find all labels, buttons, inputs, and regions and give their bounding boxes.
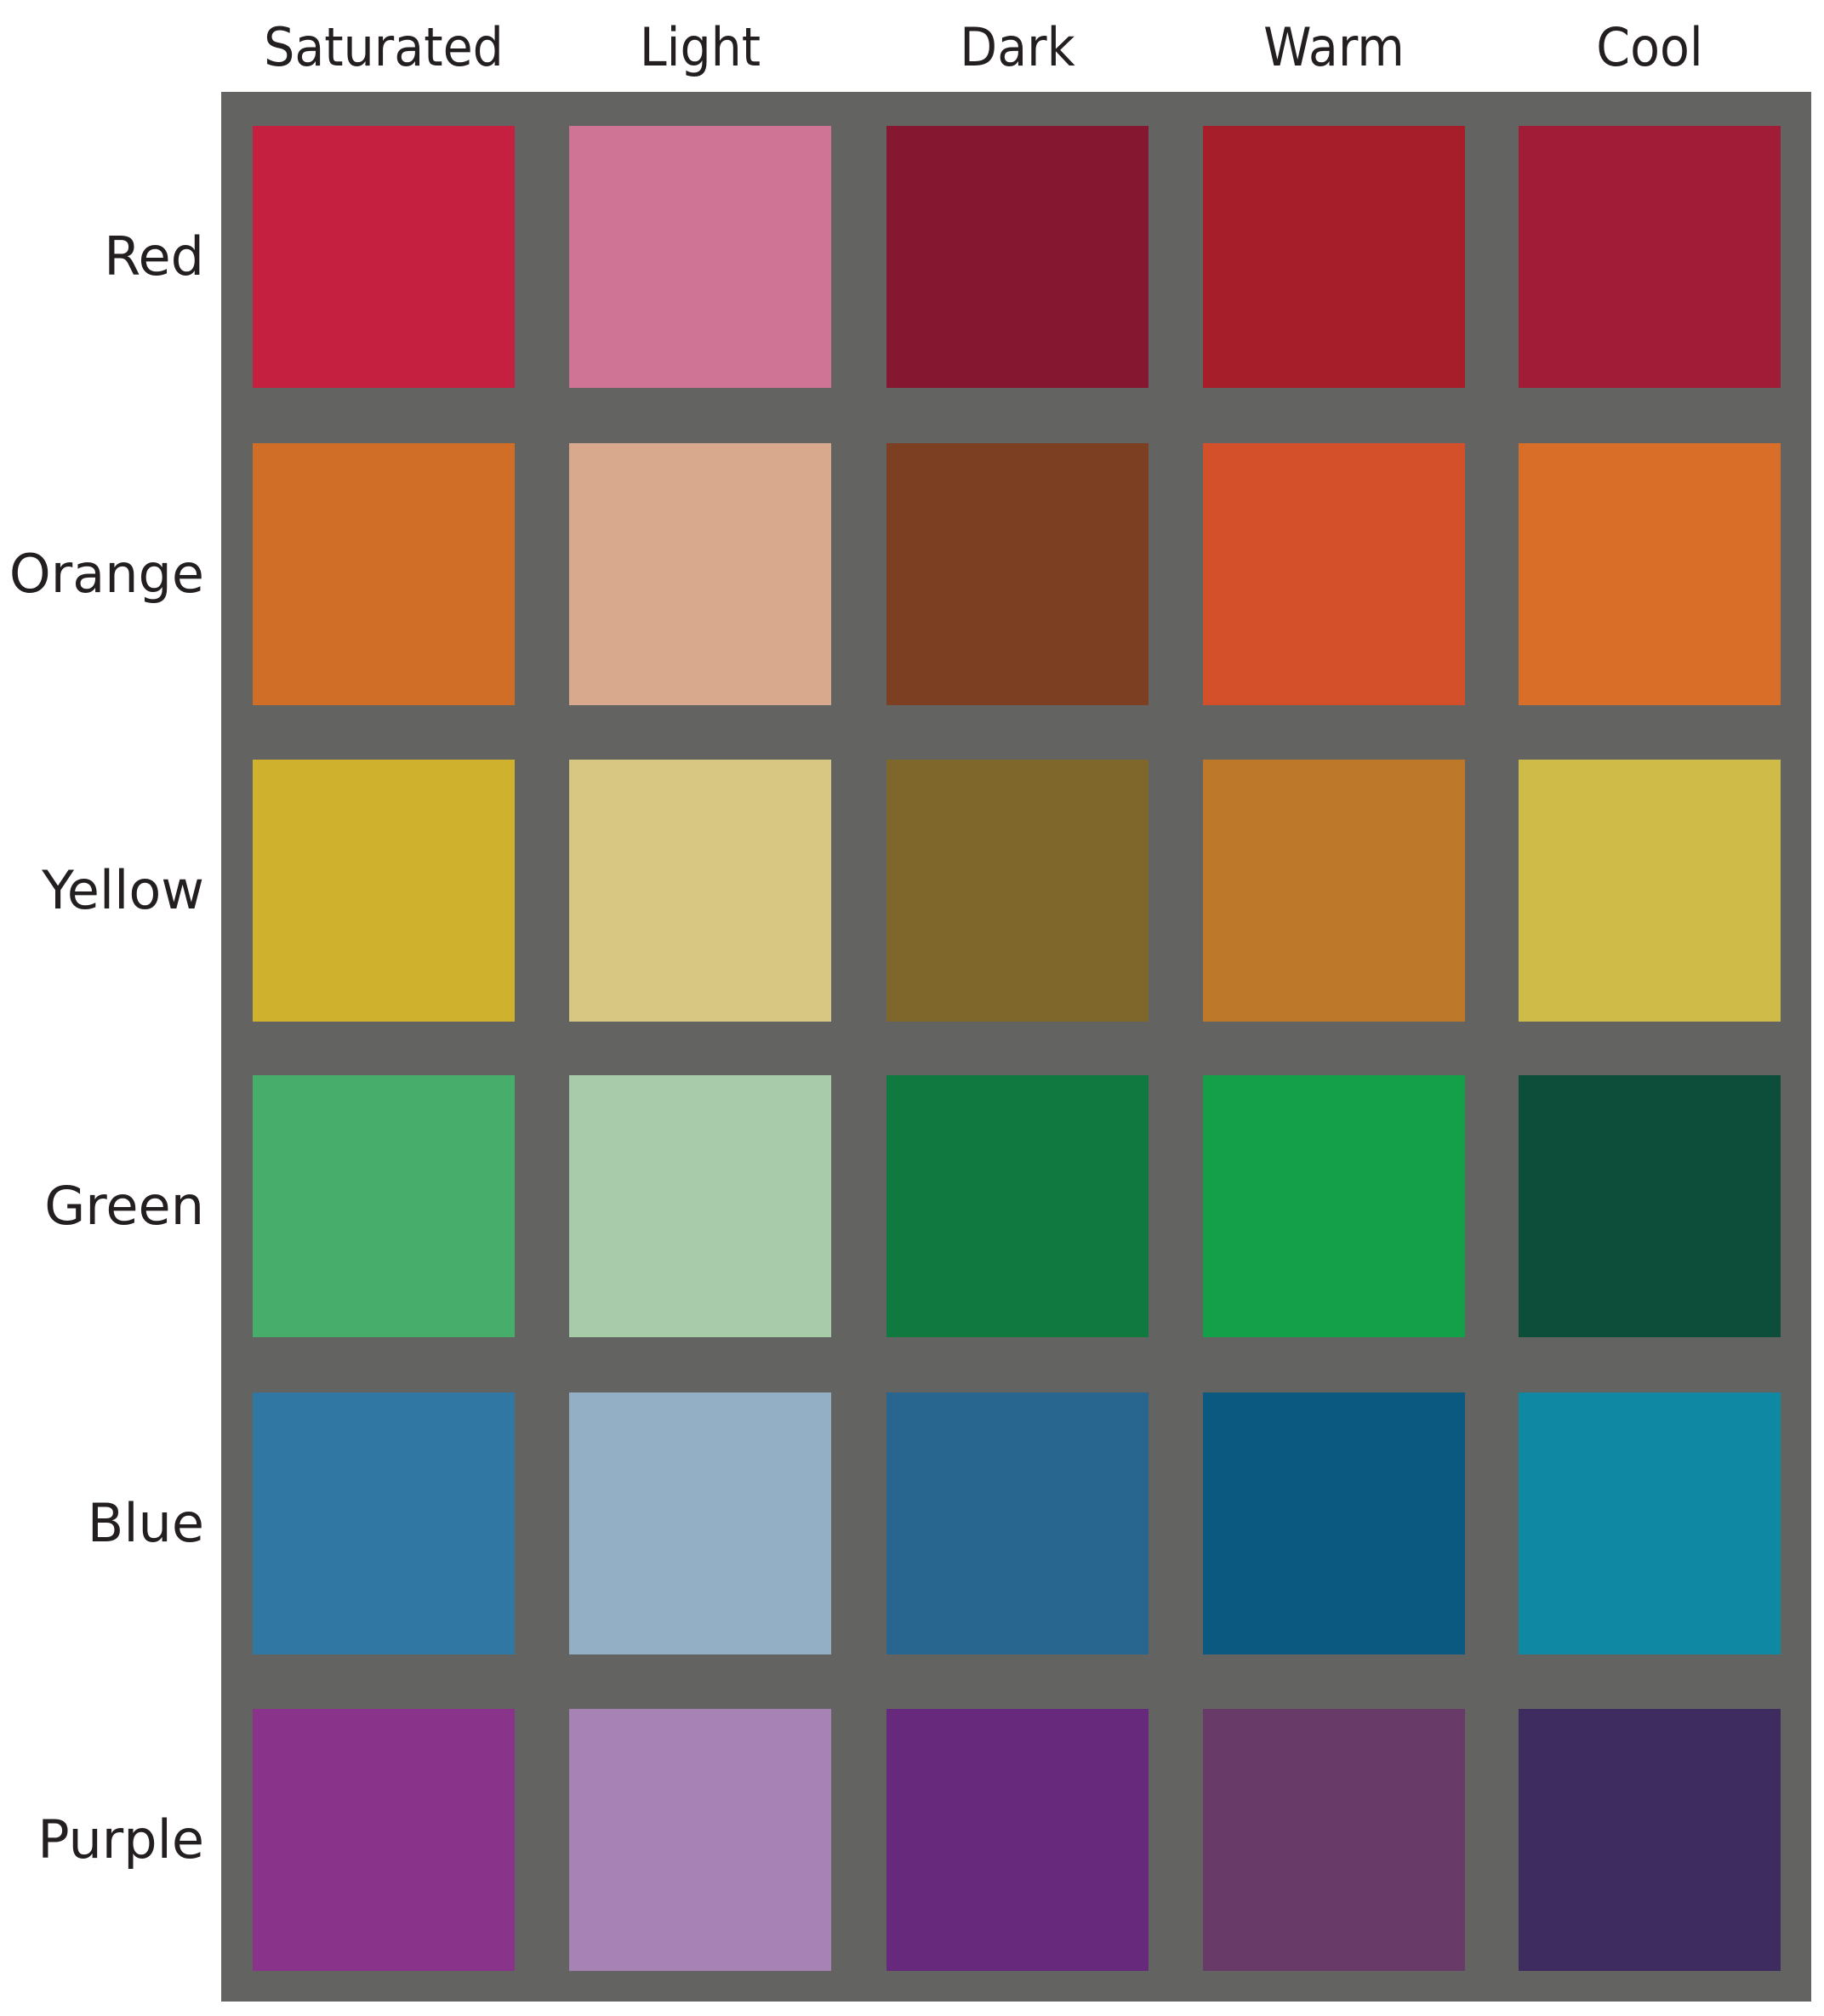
row-label-yellow: Yellow — [42, 859, 204, 921]
swatch-purple-dark — [886, 1709, 1149, 1971]
row-label-purple: Purple — [37, 1808, 204, 1871]
swatch-green-light — [569, 1075, 831, 1337]
swatch-red-light — [569, 126, 831, 388]
swatch-orange-saturated — [253, 443, 515, 705]
swatch-blue-cool — [1519, 1392, 1781, 1654]
swatch-red-saturated — [253, 126, 515, 388]
column-label-light: Light — [639, 16, 761, 78]
swatch-purple-saturated — [253, 1709, 515, 1971]
column-label-saturated: Saturated — [264, 16, 504, 78]
swatch-orange-warm — [1203, 443, 1465, 705]
column-label-warm: Warm — [1263, 16, 1405, 78]
column-label-cool: Cool — [1596, 16, 1703, 78]
row-label-blue: Blue — [87, 1492, 204, 1554]
swatch-blue-light — [569, 1392, 831, 1654]
swatch-red-warm — [1203, 126, 1465, 388]
row-label-orange: Orange — [9, 543, 204, 605]
swatch-green-cool — [1519, 1075, 1781, 1337]
swatch-red-dark — [886, 126, 1149, 388]
swatch-yellow-dark — [886, 760, 1149, 1022]
swatch-purple-warm — [1203, 1709, 1465, 1971]
swatch-red-cool — [1519, 126, 1781, 388]
swatch-blue-saturated — [253, 1392, 515, 1654]
column-label-dark: Dark — [960, 16, 1075, 78]
swatch-yellow-saturated — [253, 760, 515, 1022]
swatch-orange-cool — [1519, 443, 1781, 705]
swatch-yellow-warm — [1203, 760, 1465, 1022]
swatch-green-dark — [886, 1075, 1149, 1337]
swatch-yellow-cool — [1519, 760, 1781, 1022]
swatch-green-warm — [1203, 1075, 1465, 1337]
swatch-green-saturated — [253, 1075, 515, 1337]
swatch-purple-light — [569, 1709, 831, 1971]
swatch-yellow-light — [569, 760, 831, 1022]
row-label-red: Red — [104, 225, 204, 288]
swatch-blue-dark — [886, 1392, 1149, 1654]
swatch-orange-light — [569, 443, 831, 705]
swatch-blue-warm — [1203, 1392, 1465, 1654]
swatch-orange-dark — [886, 443, 1149, 705]
swatch-purple-cool — [1519, 1709, 1781, 1971]
row-label-green: Green — [44, 1175, 204, 1237]
